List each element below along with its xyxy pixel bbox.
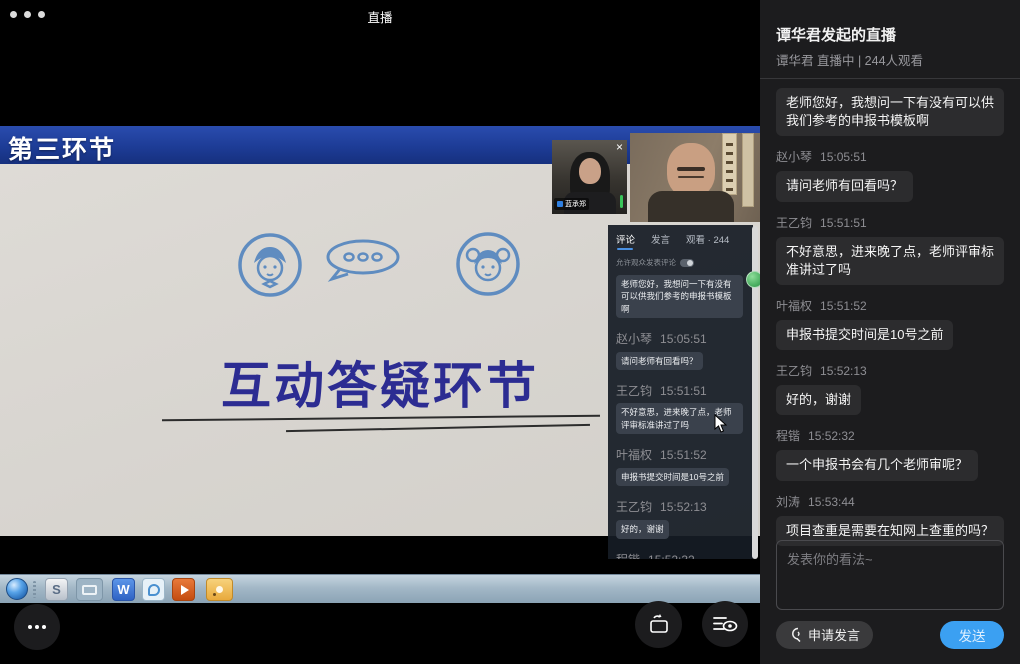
window-title: 直播 xyxy=(0,7,760,26)
close-icon[interactable]: × xyxy=(616,141,623,153)
timestamp: 15:53:44 xyxy=(808,495,855,509)
wall-poster-2 xyxy=(742,133,754,207)
title-underline-2 xyxy=(286,424,590,432)
chat-message-header: 程锴 15:52:32 xyxy=(776,427,1004,444)
chat-message: 不好意思，进来晚了点，老师评审标准讲过了吗 xyxy=(776,237,1004,285)
wps-writer-icon: W xyxy=(112,578,135,601)
wall-poster xyxy=(722,133,737,195)
webcam-tile-speaker xyxy=(630,133,760,222)
chat-message: 请问老师有回看吗？ xyxy=(776,171,913,201)
timestamp: 15:51:51 xyxy=(820,216,867,230)
sender-name: 王乙钧 xyxy=(776,216,812,230)
taskbar-separator xyxy=(33,581,36,598)
chat-message: 好的，谢谢 xyxy=(616,520,669,538)
sender-name: 赵小琴 xyxy=(776,150,812,164)
girl-face-icon xyxy=(455,231,521,297)
chat-message: 请问老师有回看吗？ xyxy=(616,352,703,370)
chat-message-header: 刘涛 15:53:44 xyxy=(776,493,1004,510)
chat-message-header: 王乙钧 15:52:13 xyxy=(776,362,1004,379)
rotate-screen-button[interactable] xyxy=(635,601,682,648)
chat-message: 老师您好，我想问一下有没有可以供我们参考的申报书模板啊 xyxy=(776,88,1004,136)
titlebar: 直播 xyxy=(0,0,760,28)
chat-message-list: 老师您好，我想问一下有没有可以供我们参考的申报书模板啊 赵小琴15:05:51 … xyxy=(776,88,1004,546)
allow-comments-toggle[interactable] xyxy=(680,259,694,267)
sender-name: 程锴 xyxy=(776,429,800,443)
boy-face-icon xyxy=(237,232,303,298)
danmaku-eye-icon xyxy=(712,614,738,634)
slide-section-header: 第三环节 xyxy=(8,130,116,166)
chat-message: 好的，谢谢 xyxy=(776,385,861,415)
live-stream-window: 直播 第三环节 xyxy=(0,0,1020,664)
screen-capture-icon xyxy=(76,578,103,601)
webcam-tile-host: × 蓝承郑 xyxy=(552,140,627,214)
platform-badge-icon xyxy=(557,201,563,207)
rotate-screen-icon xyxy=(647,614,671,636)
toggle-comments-overlay-button[interactable] xyxy=(702,601,748,647)
more-options-button[interactable] xyxy=(14,604,60,650)
chat-message-header: 赵小琴 15:05:51 xyxy=(776,148,1004,165)
shared-screen-taskbar: S W xyxy=(0,574,760,603)
sidebar-actions: 申请发言 发送 xyxy=(776,620,1004,649)
timestamp: 15:51:52 xyxy=(820,299,867,313)
windows-start-orb-icon xyxy=(6,578,28,600)
sender-name: 王乙钧 xyxy=(776,364,812,378)
timestamp: 15:52:13 xyxy=(820,364,867,378)
speaking-head-icon xyxy=(789,627,803,642)
chat-message: 一个申报书会有几个老师审呢？ xyxy=(776,450,978,480)
video-stage: 直播 第三环节 xyxy=(0,0,760,664)
send-button[interactable]: 发送 xyxy=(940,621,1004,649)
music-player-icon xyxy=(206,578,233,601)
chat-message: 老师您好，我想问一下有没有可以供我们参考的申报书模板啊 xyxy=(616,275,743,318)
tab-comments[interactable]: 评论 xyxy=(616,232,635,250)
speech-bubble-icon xyxy=(322,238,402,284)
input-method-s-icon: S xyxy=(45,578,68,601)
request-to-speak-button[interactable]: 申请发言 xyxy=(776,621,873,649)
mic-level-indicator xyxy=(620,195,623,208)
webcam-name-tag: 蓝承郑 xyxy=(554,198,589,210)
timestamp: 15:05:51 xyxy=(820,150,867,164)
chat-app-icon xyxy=(142,578,165,601)
comment-input[interactable] xyxy=(777,541,1003,609)
embedded-chat-tabs: 评论 发言 观看 · 244 xyxy=(616,232,745,250)
stream-title: 谭华君发起的直播 xyxy=(776,24,896,45)
video-player-icon xyxy=(172,578,195,601)
allow-comments-label: 允许观众发表评论 xyxy=(616,257,676,268)
mouse-cursor xyxy=(714,414,727,433)
stream-status: 谭华君 直播中 | 244人观看 xyxy=(776,50,923,69)
chat-message: 申报书提交时间是10号之前 xyxy=(776,320,953,350)
chat-sidebar: 谭华君发起的直播 谭华君 直播中 | 244人观看 老师您好，我想问一下有没有可… xyxy=(760,0,1020,664)
chat-message-header: 王乙钧 15:51:51 xyxy=(776,214,1004,231)
tab-speak[interactable]: 发言 xyxy=(651,232,670,250)
tab-viewers[interactable]: 观看 · 244 xyxy=(686,232,729,250)
embedded-chat-panel: 评论 发言 观看 · 244 允许观众发表评论 老师您好，我想问一下有没有可以供… xyxy=(608,225,753,559)
sender-name: 叶福权 xyxy=(776,299,812,313)
comment-composer xyxy=(776,540,1004,610)
sender-name: 刘涛 xyxy=(776,495,800,509)
chat-message: 申报书提交时间是10号之前 xyxy=(616,468,729,486)
chat-message-header: 叶福权 15:51:52 xyxy=(776,297,1004,314)
divider xyxy=(760,78,1020,79)
timestamp: 15:52:32 xyxy=(808,429,855,443)
slide-title: 互动答疑环节 xyxy=(140,346,620,418)
